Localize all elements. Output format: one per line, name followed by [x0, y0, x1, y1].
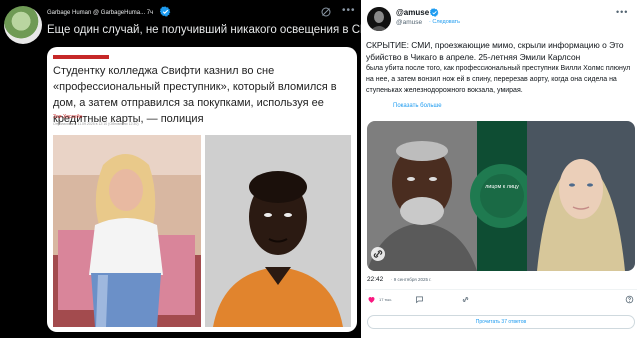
tweet-text: Еще один случай, не получивший никакого …	[47, 24, 381, 36]
question-icon	[625, 295, 634, 304]
heart-icon	[368, 297, 375, 303]
verified-badge-icon	[160, 6, 171, 17]
tweet-author[interactable]: Garbage Human @ GarbageHuma... 7ч	[47, 10, 153, 16]
suspect-mugshot	[205, 135, 351, 327]
follow-link[interactable]: · Следовать	[429, 19, 460, 25]
account-name[interactable]: @amuse	[396, 8, 429, 17]
reply-icon	[416, 296, 423, 304]
article-meta: Опубликовано 11.09.2025 в 12:10 (Обновле…	[53, 122, 139, 126]
like-button[interactable]: 17 тыс.	[367, 295, 392, 304]
share-button[interactable]	[461, 295, 470, 304]
show-more-link[interactable]: Показать больше	[393, 103, 442, 109]
avatar[interactable]	[367, 7, 391, 31]
tweet-media[interactable]: лицом к лицу	[367, 121, 635, 271]
media-link-icon[interactable]	[371, 247, 385, 261]
verified-badge-icon	[430, 8, 439, 17]
victim-photo	[53, 135, 201, 327]
tweet-body: была убита после того, как профессиональ…	[366, 65, 631, 94]
avatar[interactable]	[4, 6, 42, 44]
screenshot-collage: Garbage Human @ GarbageHuma... 7ч ••• Ещ…	[0, 0, 640, 338]
left-tweet: Garbage Human @ GarbageHuma... 7ч ••• Ещ…	[0, 0, 381, 338]
article-headline: Студентку колледжа Свифти казнил во сне …	[53, 65, 337, 125]
action-bar: 17 тыс.	[367, 295, 635, 309]
tweet-time[interactable]: 22:42	[367, 276, 383, 283]
right-tweet: @amuse @amuse · Следовать ••• СКРЫТИЕ: С…	[361, 0, 640, 338]
grok-icon[interactable]	[320, 6, 332, 18]
reply-button[interactable]	[415, 295, 424, 304]
media-caption: лицом к лицу	[485, 184, 519, 190]
divider	[365, 289, 637, 290]
publisher-logo	[53, 55, 109, 59]
more-options-icon[interactable]: •••	[342, 5, 356, 16]
tweet-body-lead: СКРЫТИЕ: СМИ, проезжающие мимо, скрыли и…	[366, 40, 624, 62]
like-count: 17 тыс.	[379, 297, 393, 302]
more-options-icon[interactable]: •••	[616, 7, 628, 17]
article-author: Зои Хоссейн	[53, 114, 83, 120]
link-icon	[462, 297, 469, 302]
tweet-date[interactable]: · 9 сентября 2025 г.	[391, 277, 432, 282]
article-card[interactable]: Студентку колледжа Свифти казнил во сне …	[47, 47, 357, 332]
help-button[interactable]	[625, 295, 634, 304]
read-replies-button[interactable]: Прочитать 37 ответов	[367, 315, 635, 329]
account-handle[interactable]: @amuse	[396, 19, 422, 26]
